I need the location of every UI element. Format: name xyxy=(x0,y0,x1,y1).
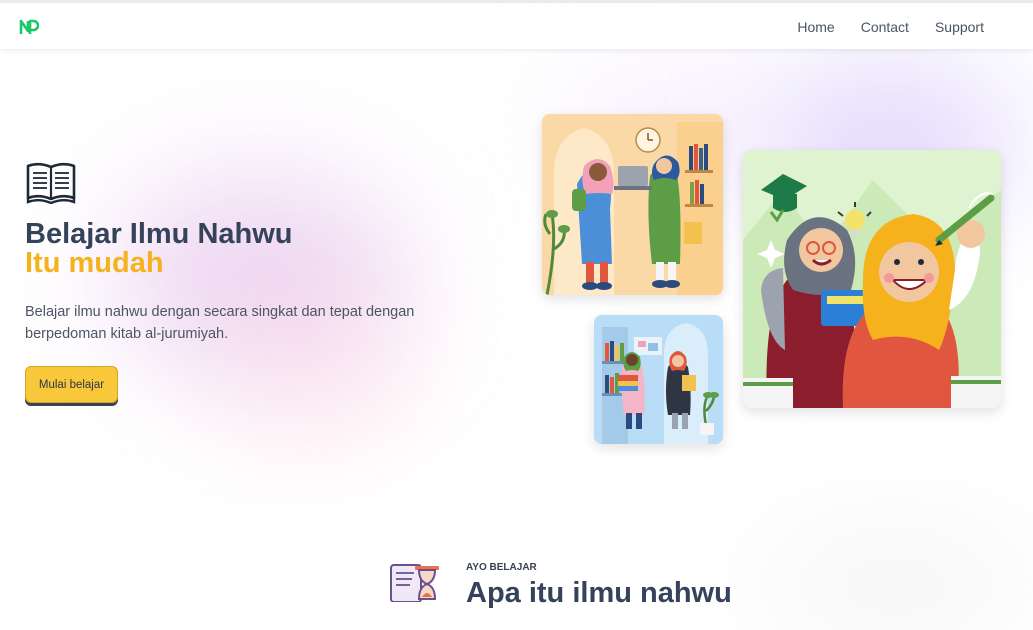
hero-title-highlight: Itu mudah xyxy=(25,247,164,279)
background-glow xyxy=(760,540,1030,630)
hourglass-document-icon xyxy=(388,561,440,607)
nav-contact-link[interactable]: Contact xyxy=(861,19,909,35)
hero-title: Belajar Ilmu Nahwu Itu mudah xyxy=(25,220,293,278)
graduation-friends-illustration xyxy=(743,150,1001,408)
nav-support-link[interactable]: Support xyxy=(935,19,984,35)
start-learning-button[interactable]: Mulai belajar xyxy=(25,366,118,403)
section-title: Apa itu ilmu nahwu xyxy=(466,577,732,609)
students-with-books-illustration xyxy=(594,315,723,444)
hero-description: Belajar ilmu nahwu dengan secara singkat… xyxy=(25,304,415,342)
open-book-icon xyxy=(25,160,77,209)
hero-title-line1: Belajar Ilmu Nahwu xyxy=(25,218,293,250)
students-with-laptop-illustration xyxy=(542,114,723,295)
nav-links: Home Contact Support xyxy=(797,19,984,35)
nav-home-link[interactable]: Home xyxy=(797,19,834,35)
np-logo-icon[interactable] xyxy=(19,19,40,40)
section-eyebrow: AYO BELAJAR xyxy=(466,562,537,573)
navbar: Home Contact Support xyxy=(0,3,1033,49)
